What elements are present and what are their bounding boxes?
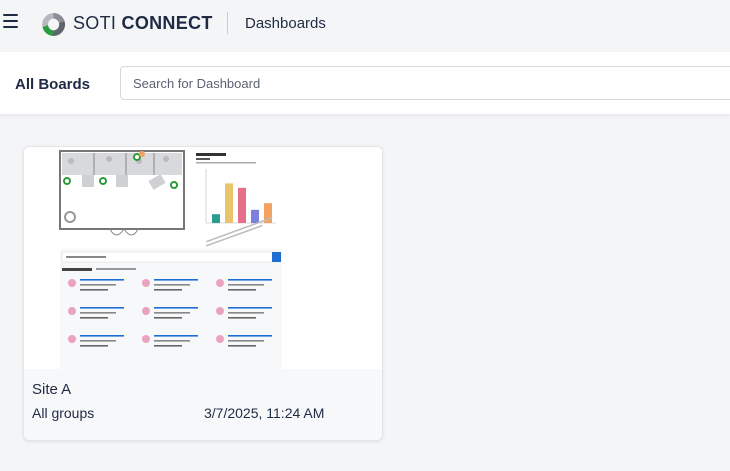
soti-logo-icon [42, 12, 66, 37]
floor-plan-preview [59, 150, 185, 236]
board-groups: All groups [32, 405, 95, 421]
menu-icon[interactable] [3, 14, 18, 28]
top-app-bar: SOTI CONNECT Dashboards [0, 0, 730, 48]
chart-bar [212, 214, 220, 223]
section-title: Dashboards [245, 15, 326, 32]
brand-bold-text: CONNECT [121, 13, 213, 33]
chart-bar [251, 209, 259, 223]
header-divider [227, 12, 228, 34]
brand-light-text: SOTI [73, 13, 122, 33]
chart-bar [225, 183, 233, 223]
board-thumbnail [24, 147, 382, 369]
board-card[interactable]: Site A All groups 3/7/2025, 11:24 AM [23, 146, 383, 441]
boards-toolbar: All Boards [0, 52, 730, 114]
battery-chart-preview [192, 149, 284, 247]
brand-name: SOTI CONNECT [73, 13, 213, 34]
device-list-preview [60, 249, 282, 369]
board-updated: 3/7/2025, 11:24 AM [204, 405, 325, 421]
search-dashboard-input[interactable] [120, 66, 730, 100]
page-title: All Boards [15, 76, 91, 93]
board-name: Site A [32, 381, 72, 398]
device-grid [68, 279, 272, 347]
chart-bar [238, 187, 246, 223]
